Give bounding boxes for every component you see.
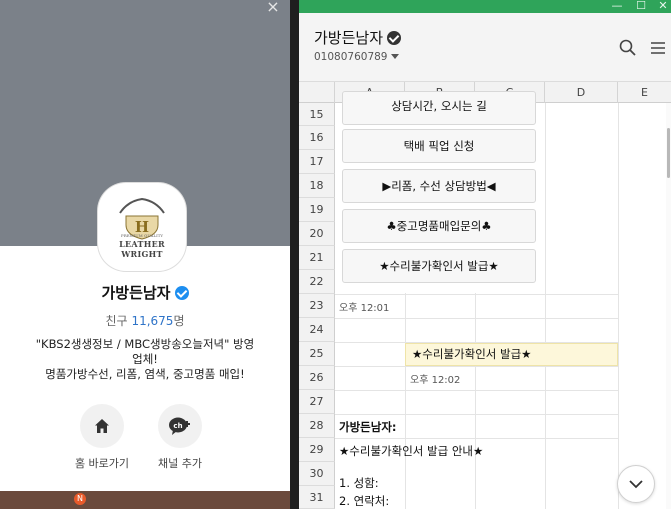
corner-cell bbox=[299, 82, 335, 103]
chat-window: — ☐ ✕ 가방든남자 01080760789 A B C D E bbox=[299, 0, 671, 509]
row-header[interactable]: 15 bbox=[299, 103, 335, 126]
scrollbar[interactable] bbox=[666, 103, 671, 509]
quick-reply-button[interactable]: 택배 픽업 신청 bbox=[342, 129, 536, 163]
chat-phone-text: 01080760789 bbox=[314, 51, 388, 63]
friends-label: 친구 bbox=[105, 314, 128, 328]
message-text: 1. 성함: bbox=[339, 476, 379, 490]
background-strip: N bbox=[0, 491, 290, 509]
profile-name-text: 가방든남자 bbox=[101, 284, 171, 302]
row-header[interactable]: 19 bbox=[299, 198, 335, 222]
row-header[interactable]: 28 bbox=[299, 414, 335, 438]
search-icon[interactable] bbox=[618, 38, 638, 58]
row-header[interactable]: 25 bbox=[299, 342, 335, 366]
chat-phone[interactable]: 01080760789 bbox=[314, 51, 399, 63]
minimize-button[interactable]: — bbox=[609, 0, 625, 13]
home-button-label[interactable]: 홈 바로가기 bbox=[57, 455, 147, 471]
grid-line bbox=[335, 294, 618, 295]
profile-logo: H PREMIUM QUALITY LEATHER WRIGHT bbox=[98, 183, 186, 271]
grid-line bbox=[335, 390, 618, 391]
profile-name: 가방든남자 bbox=[0, 282, 290, 303]
verified-icon bbox=[387, 31, 402, 45]
quick-reply-button[interactable]: ▶리폼, 수선 상담방법◀ bbox=[342, 169, 536, 203]
profile-popup: × H PREMIUM QUALITY LEATHER WRIGHT 가방든남자… bbox=[0, 0, 290, 509]
chat-title-text: 가방든남자 bbox=[314, 29, 384, 47]
grid-line bbox=[335, 318, 618, 319]
svg-text:ch: ch bbox=[173, 422, 182, 430]
grid-line bbox=[335, 438, 618, 439]
row-header[interactable]: 21 bbox=[299, 246, 335, 270]
grid-line bbox=[618, 103, 619, 509]
grid-line bbox=[545, 103, 546, 509]
logo-tagline: PREMIUM QUALITY bbox=[121, 233, 163, 238]
chevron-down-icon bbox=[390, 54, 399, 59]
title-bar: — ☐ ✕ bbox=[299, 0, 671, 13]
row-header[interactable]: 26 bbox=[299, 366, 335, 390]
home-button[interactable] bbox=[80, 404, 124, 448]
add-channel-label[interactable]: 채널 추가 bbox=[135, 455, 225, 471]
quick-reply-button[interactable]: ★수리불가확인서 발급★ bbox=[342, 249, 536, 283]
grid-line bbox=[335, 414, 618, 415]
logo-brand: LEATHER WRIGHT bbox=[119, 239, 165, 259]
window-divider bbox=[290, 0, 299, 509]
chat-title: 가방든남자 bbox=[314, 27, 402, 48]
channel-add-icon: ch bbox=[169, 417, 190, 435]
friends-count: 친구 11,675명 bbox=[0, 312, 290, 329]
column-header[interactable]: E bbox=[618, 82, 671, 103]
maximize-button[interactable]: ☐ bbox=[633, 0, 649, 13]
row-header[interactable]: 22 bbox=[299, 270, 335, 294]
sender-name: 가방든남자: bbox=[339, 420, 397, 434]
row-header[interactable]: 24 bbox=[299, 318, 335, 342]
sheet-body: 15 16 17 18 19 20 21 22 23 24 25 26 27 2… bbox=[299, 91, 671, 509]
profile-description: "KBS2생생정보 / MBC생방송오늘저녁" 방영 업체! 명품가방수선, 리… bbox=[12, 337, 278, 382]
scroll-down-button[interactable] bbox=[617, 465, 655, 503]
row-header[interactable]: 16 bbox=[299, 126, 335, 150]
message-time: 오후 12:02 bbox=[410, 375, 461, 386]
description-line: 업체! bbox=[132, 352, 158, 366]
message-text: 2. 연락처: bbox=[339, 494, 390, 508]
description-line: 명품가방수선, 리폼, 염색, 중고명품 매입! bbox=[45, 367, 245, 381]
message-text: ★수리불가확인서 발급 안내★ bbox=[339, 444, 484, 458]
row-header[interactable]: 23 bbox=[299, 294, 335, 318]
row-header[interactable]: 20 bbox=[299, 222, 335, 246]
column-header[interactable]: D bbox=[545, 82, 618, 103]
quick-reply-button[interactable]: 상담시간, 오시는 길 bbox=[342, 91, 536, 125]
row-header[interactable]: 17 bbox=[299, 150, 335, 174]
menu-icon[interactable] bbox=[648, 38, 668, 58]
screen: × H PREMIUM QUALITY LEATHER WRIGHT 가방든남자… bbox=[0, 0, 671, 509]
close-icon[interactable]: × bbox=[264, 0, 282, 18]
row-header[interactable]: 30 bbox=[299, 462, 335, 486]
message-time: 오후 12:01 bbox=[339, 303, 390, 314]
add-channel-button[interactable]: ch bbox=[158, 404, 202, 448]
description-line: "KBS2생생정보 / MBC생방송오늘저녁" 방영 bbox=[35, 337, 255, 351]
friends-unit: 명 bbox=[173, 314, 185, 328]
row-header[interactable]: 27 bbox=[299, 390, 335, 414]
row-header[interactable]: 18 bbox=[299, 174, 335, 198]
home-icon bbox=[95, 419, 109, 433]
row-header[interactable]: 29 bbox=[299, 438, 335, 462]
friends-number: 11,675 bbox=[131, 314, 174, 328]
verified-icon bbox=[174, 286, 189, 300]
row-header[interactable]: 31 bbox=[299, 486, 335, 509]
scrollbar-thumb[interactable] bbox=[667, 128, 670, 178]
chevron-down-icon bbox=[629, 480, 643, 489]
notification-badge: N bbox=[74, 493, 86, 505]
close-window-button[interactable]: ✕ bbox=[655, 0, 671, 13]
sent-message[interactable]: ★수리불가확인서 발급★ bbox=[405, 343, 618, 366]
quick-reply-button[interactable]: ♣중고명품매입문의♣ bbox=[342, 209, 536, 243]
grid-line bbox=[335, 366, 618, 367]
